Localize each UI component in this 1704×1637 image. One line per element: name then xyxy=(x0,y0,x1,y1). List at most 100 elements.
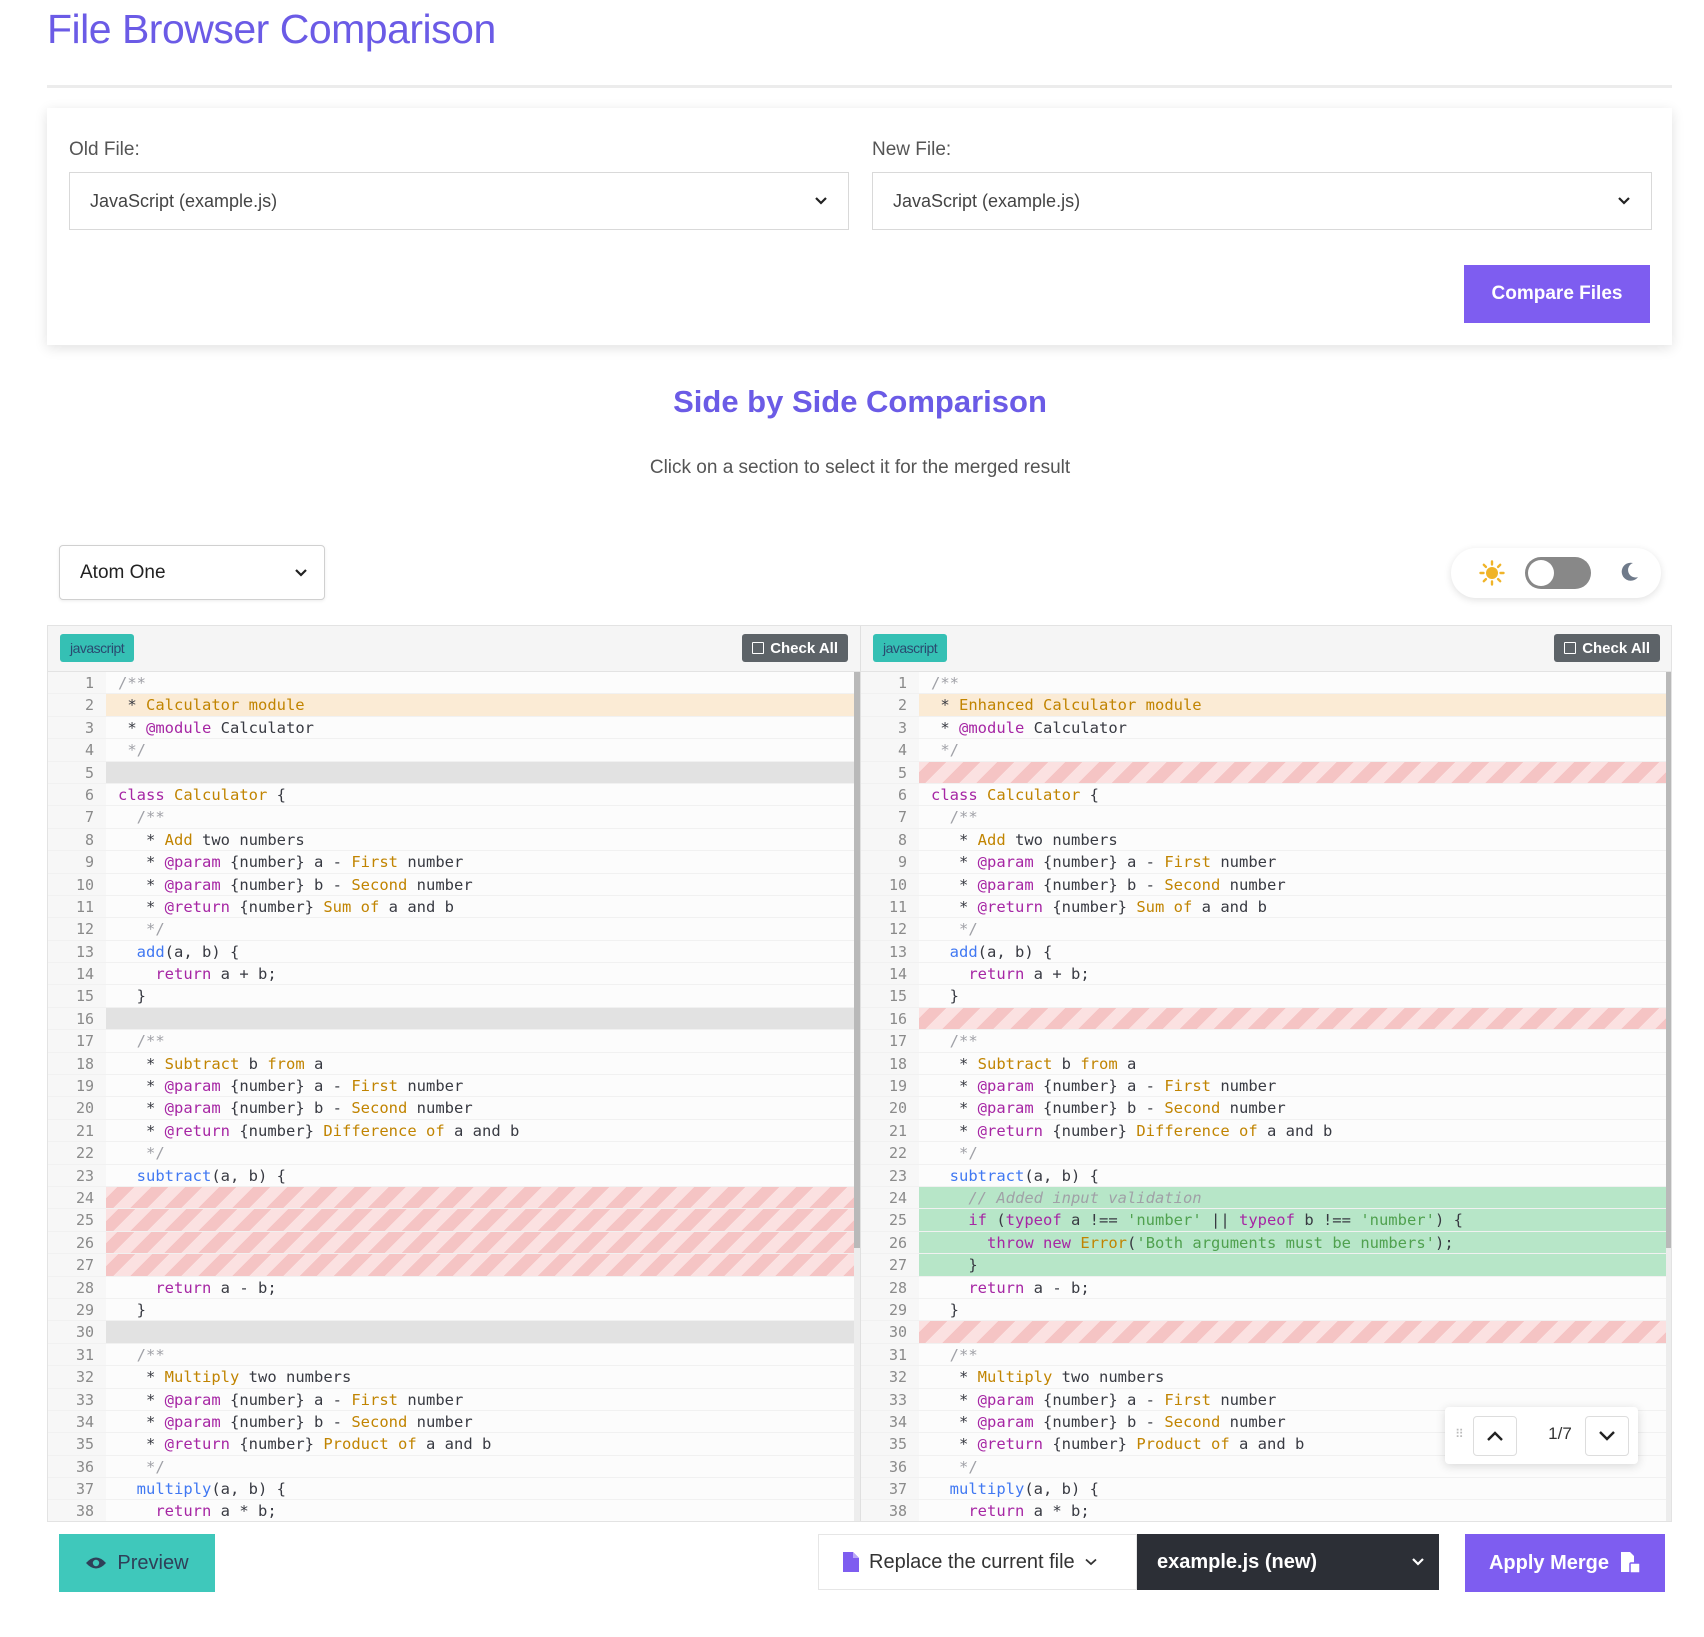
code-line[interactable]: 22 */ xyxy=(861,1142,1671,1165)
code-line[interactable]: 8 * Add two numbers xyxy=(48,828,860,852)
code-line[interactable]: 28 return a - b; xyxy=(48,1276,860,1299)
check-all-button[interactable]: Check All xyxy=(1554,634,1660,662)
code-line[interactable]: 3 * @module Calculator xyxy=(48,716,860,740)
drag-handle-icon[interactable]: ⠿ xyxy=(1455,1427,1464,1441)
code-line[interactable]: 6 class Calculator { xyxy=(48,783,860,807)
preview-button[interactable]: Preview xyxy=(59,1534,215,1592)
code-line[interactable]: 9 * @param {number} a - First number xyxy=(861,851,1671,874)
code-line[interactable]: 15 } xyxy=(48,985,860,1008)
code-line[interactable]: 13 add(a, b) { xyxy=(861,940,1671,964)
target-file-select[interactable]: example.js (new) xyxy=(1137,1534,1439,1590)
code-line[interactable]: 33 * @param {number} a - First number xyxy=(48,1388,860,1411)
code-text: } xyxy=(919,1298,1671,1321)
code-text: } xyxy=(106,985,860,1007)
code-line[interactable]: 25 if (typeof a !== 'number' || typeof b… xyxy=(861,1209,1671,1232)
dark-mode-toggle[interactable] xyxy=(1451,548,1661,598)
code-line[interactable]: 19 * @param {number} a - First number xyxy=(48,1075,860,1098)
code-line[interactable]: 14 return a + b; xyxy=(48,963,860,986)
code-text: add(a, b) { xyxy=(106,940,860,963)
chevron-down-icon xyxy=(1599,1431,1615,1441)
code-line[interactable]: 26 throw new Error('Both arguments must … xyxy=(861,1231,1671,1255)
code-line[interactable]: 23 subtract(a, b) { xyxy=(48,1164,860,1187)
eye-icon xyxy=(86,1557,107,1569)
code-line[interactable]: 5 xyxy=(861,761,1671,784)
code-line[interactable]: 21 * @return {number} Difference of a an… xyxy=(48,1119,860,1143)
code-line[interactable]: 27 xyxy=(48,1254,860,1277)
code-line[interactable]: 10 * @param {number} b - Second number xyxy=(48,873,860,896)
code-line[interactable]: 37 multiply(a, b) { xyxy=(861,1478,1671,1501)
code-line[interactable]: 5 xyxy=(48,761,860,784)
compare-files-button[interactable]: Compare Files xyxy=(1464,265,1650,323)
code-line[interactable]: 7 /** xyxy=(48,806,860,829)
code-line[interactable]: 31 /** xyxy=(861,1343,1671,1367)
code-text: * Subtract b from a xyxy=(919,1052,1671,1075)
scrollbar-thumb[interactable] xyxy=(1666,672,1671,1248)
code-line[interactable]: 12 */ xyxy=(48,918,860,941)
code-line[interactable]: 11 * @return {number} Sum of a and b xyxy=(48,895,860,919)
code-line[interactable]: 29 } xyxy=(48,1298,860,1322)
code-line[interactable]: 35 * @return {number} Product of a and b xyxy=(48,1433,860,1456)
code-line[interactable]: 25 xyxy=(48,1209,860,1232)
code-line[interactable]: 38 return a * b; xyxy=(861,1500,1671,1521)
old-file-select[interactable]: JavaScript (example.js) xyxy=(69,172,849,230)
code-line[interactable]: 15 } xyxy=(861,985,1671,1008)
code-line[interactable]: 10 * @param {number} b - Second number xyxy=(861,873,1671,896)
code-line[interactable]: 34 * @param {number} b - Second number xyxy=(48,1410,860,1434)
line-number: 21 xyxy=(861,1119,919,1142)
code-line[interactable]: 20 * @param {number} b - Second number xyxy=(861,1097,1671,1120)
check-all-button[interactable]: Check All xyxy=(742,634,848,662)
code-line[interactable]: 29 } xyxy=(861,1298,1671,1322)
code-line[interactable]: 1/** xyxy=(48,672,860,695)
code-line[interactable]: 23 subtract(a, b) { xyxy=(861,1164,1671,1187)
code-line[interactable]: 18 * Subtract b from a xyxy=(48,1052,860,1076)
code-line[interactable]: 37 multiply(a, b) { xyxy=(48,1478,860,1501)
code-line[interactable]: 6 class Calculator { xyxy=(861,783,1671,807)
new-file-select[interactable]: JavaScript (example.js) xyxy=(872,172,1652,230)
code-line[interactable]: 2 * Enhanced Calculator module xyxy=(861,694,1671,717)
code-line[interactable]: 30 xyxy=(861,1321,1671,1344)
code-line[interactable]: 17 /** xyxy=(861,1030,1671,1053)
code-line[interactable]: 36 */ xyxy=(48,1455,860,1479)
code-line[interactable]: 24 // Added input validation xyxy=(861,1186,1671,1210)
previous-change-button[interactable] xyxy=(1473,1416,1517,1456)
code-line[interactable]: 38 return a * b; xyxy=(48,1500,860,1521)
code-line[interactable]: 16 xyxy=(861,1007,1671,1031)
code-line[interactable]: 12 */ xyxy=(861,918,1671,941)
code-line[interactable]: 1/** xyxy=(861,672,1671,695)
code-line[interactable]: 3 * @module Calculator xyxy=(861,716,1671,740)
code-line[interactable]: 19 * @param {number} a - First number xyxy=(861,1075,1671,1098)
code-line[interactable]: 16 xyxy=(48,1007,860,1031)
code-line[interactable]: 2 * Calculator module xyxy=(48,694,860,717)
code-line[interactable]: 4 */ xyxy=(48,739,860,762)
code-line[interactable]: 8 * Add two numbers xyxy=(861,828,1671,852)
code-line[interactable]: 9 * @param {number} a - First number xyxy=(48,851,860,874)
code-line[interactable]: 4 */ xyxy=(861,739,1671,762)
code-line[interactable]: 24 xyxy=(48,1186,860,1210)
code-line[interactable]: 32 * Multiply two numbers xyxy=(48,1366,860,1389)
code-line[interactable]: 17 /** xyxy=(48,1030,860,1053)
code-line[interactable]: 28 return a - b; xyxy=(861,1276,1671,1299)
code-line[interactable]: 21 * @return {number} Difference of a an… xyxy=(861,1119,1671,1143)
theme-select-value: Atom One xyxy=(80,561,166,583)
scrollbar[interactable] xyxy=(1666,672,1671,1521)
code-line[interactable]: 14 return a + b; xyxy=(861,963,1671,986)
merge-mode-dropdown[interactable]: Replace the current file xyxy=(818,1534,1137,1590)
code-line[interactable]: 13 add(a, b) { xyxy=(48,940,860,964)
code-line[interactable]: 20 * @param {number} b - Second number xyxy=(48,1097,860,1120)
chevron-down-icon xyxy=(814,193,828,209)
code-line[interactable]: 22 */ xyxy=(48,1142,860,1165)
code-line[interactable]: 18 * Subtract b from a xyxy=(861,1052,1671,1076)
code-line[interactable]: 11 * @return {number} Sum of a and b xyxy=(861,895,1671,919)
code-line[interactable]: 7 /** xyxy=(861,806,1671,829)
apply-merge-button[interactable]: Apply Merge xyxy=(1465,1534,1665,1592)
code-line[interactable]: 27 } xyxy=(861,1254,1671,1277)
line-number: 1 xyxy=(48,672,106,694)
code-line[interactable]: 31 /** xyxy=(48,1343,860,1367)
code-line[interactable]: 32 * Multiply two numbers xyxy=(861,1366,1671,1389)
code-line[interactable]: 30 xyxy=(48,1321,860,1344)
dark-mode-switch[interactable] xyxy=(1525,557,1591,589)
code-line[interactable]: 26 xyxy=(48,1231,860,1255)
theme-select[interactable]: Atom One xyxy=(59,545,325,600)
next-change-button[interactable] xyxy=(1585,1416,1629,1456)
code-text: class Calculator { xyxy=(106,783,860,806)
